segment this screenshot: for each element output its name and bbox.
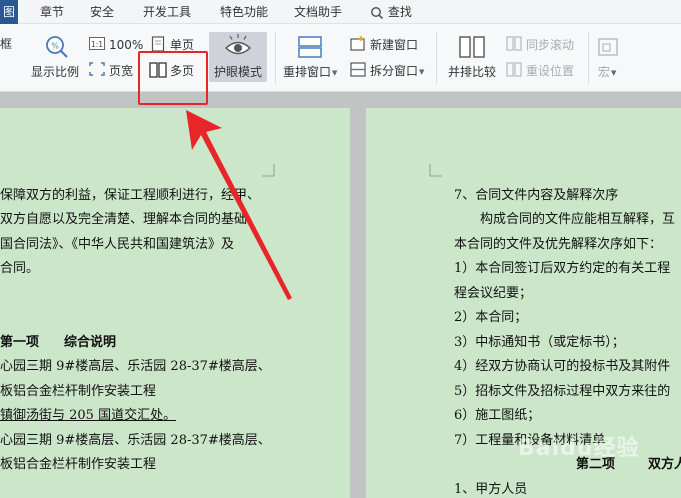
text-line: 3）中标通知书（或定标书）；	[454, 335, 625, 350]
section-number: 第一项	[0, 335, 40, 350]
section-heading: 综合说明	[64, 335, 117, 350]
text-line: 构成合同的文件应能相互解释，互	[480, 212, 676, 227]
rearrange-window-button[interactable]: 重排窗口▼	[283, 65, 337, 80]
search-label: 查找	[387, 5, 412, 19]
display-ratio-button[interactable]: 显示比例	[31, 65, 79, 79]
chevron-down-icon: ▼	[419, 67, 425, 76]
text-line: 程会议纪要；	[454, 286, 533, 301]
side-by-side-icon	[459, 36, 485, 58]
text-line: 心园三期 9#楼高层、乐活园 28-37#楼高层、	[0, 433, 271, 448]
highlight-box	[138, 51, 208, 105]
text-line: 合同。	[0, 261, 40, 276]
zoom-100-button[interactable]: 100%	[109, 38, 143, 52]
tab-view[interactable]: 图	[0, 0, 19, 24]
eye-icon	[224, 34, 252, 55]
text-line: 镇御汤街与 205 国道交汇处。	[0, 408, 177, 423]
single-page-icon	[151, 36, 165, 52]
text-line: 5）招标文件及招标过程中双方来往的	[454, 384, 671, 399]
margin-corner-mark	[429, 164, 442, 177]
text-line: 国合同法》、《中华人民共和国建筑法》及	[0, 237, 235, 252]
text-line: 板铝合金栏杆制作安装工程	[0, 457, 157, 472]
text-line: 6）施工图纸；	[454, 408, 541, 423]
eye-mode-button[interactable]: 护眼模式	[209, 32, 267, 82]
text-line: 1、甲方人员	[454, 482, 528, 497]
split-window-icon	[350, 62, 366, 77]
macro-label: 宏	[598, 65, 611, 79]
tab-developer[interactable]: 开发工具	[143, 0, 191, 24]
new-window-icon	[350, 36, 365, 51]
text-line: 保障双方的利益，保证工程顺利进行，经甲、	[0, 188, 261, 203]
svg-text:1:1: 1:1	[91, 40, 103, 49]
eye-mode-label: 护眼模式	[214, 65, 263, 79]
split-window-button[interactable]: 拆分窗口▼	[370, 64, 424, 79]
tab-features[interactable]: 特色功能	[220, 0, 268, 24]
search-tab[interactable]: 查找	[370, 0, 412, 24]
tab-security[interactable]: 安全	[90, 0, 114, 24]
text-line: 2）本合同；	[454, 310, 528, 325]
menu-bar: 图 章节 安全 开发工具 特色功能 文档助手 查找	[0, 0, 681, 24]
macro-button[interactable]: 宏▼	[598, 65, 616, 80]
chevron-down-icon: ▼	[611, 68, 617, 77]
rearrange-window-label: 重排窗口	[283, 65, 332, 79]
watermark-text: Baidu经验	[518, 436, 640, 461]
page-width-icon	[89, 62, 105, 76]
reset-position-icon	[506, 62, 522, 77]
ribbon-toolbar: 框 % 显示比例 1:1 100% 页宽 单页 多页 护眼模式 重排窗口▼ 新建…	[0, 24, 681, 92]
chevron-down-icon: ▼	[332, 68, 338, 77]
svg-text:%: %	[51, 42, 59, 51]
text-line: 1）本合同签订后双方约定的有关工程	[454, 261, 671, 276]
rearrange-window-icon	[298, 36, 322, 58]
frame-label[interactable]: 框	[0, 37, 12, 51]
side-by-side-button[interactable]: 并排比较	[448, 65, 496, 79]
new-window-button[interactable]: 新建窗口	[370, 38, 418, 52]
actual-size-icon: 1:1	[89, 37, 105, 50]
single-page-button[interactable]: 单页	[170, 38, 194, 52]
text-line: 板铝合金栏杆制作安装工程	[0, 384, 157, 399]
tab-chapter[interactable]: 章节	[40, 0, 64, 24]
search-icon	[371, 6, 384, 19]
text-line: 4）经双方协商认可的投标书及其附件	[454, 359, 671, 374]
text-line: 本合同的文件及优先解释次序如下：	[454, 237, 663, 252]
macro-icon	[598, 38, 618, 56]
text-line: 7、合同文件内容及解释次序	[454, 188, 619, 203]
text-line: 双方自愿以及完全清楚、理解本合同的基础	[0, 212, 248, 227]
zoom-ratio-icon: %	[46, 36, 68, 58]
page-width-button[interactable]: 页宽	[109, 64, 133, 78]
tab-doc-assistant[interactable]: 文档助手	[294, 0, 342, 24]
sync-scroll-button[interactable]: 同步滚动	[526, 38, 574, 52]
margin-corner-mark	[262, 164, 275, 177]
ribbon-divider	[275, 32, 276, 84]
text-line: 心园三期 9#楼高层、乐活园 28-37#楼高层、	[0, 359, 271, 374]
split-window-label: 拆分窗口	[370, 64, 419, 78]
ribbon-divider	[436, 32, 437, 84]
sync-scroll-icon	[506, 36, 522, 51]
ribbon-divider	[588, 32, 589, 84]
document-page-left[interactable]: 保障双方的利益，保证工程顺利进行，经甲、 双方自愿以及完全清楚、理解本合同的基础…	[0, 108, 350, 498]
section-heading: 双方人	[648, 457, 681, 472]
reset-position-button[interactable]: 重设位置	[526, 64, 574, 78]
